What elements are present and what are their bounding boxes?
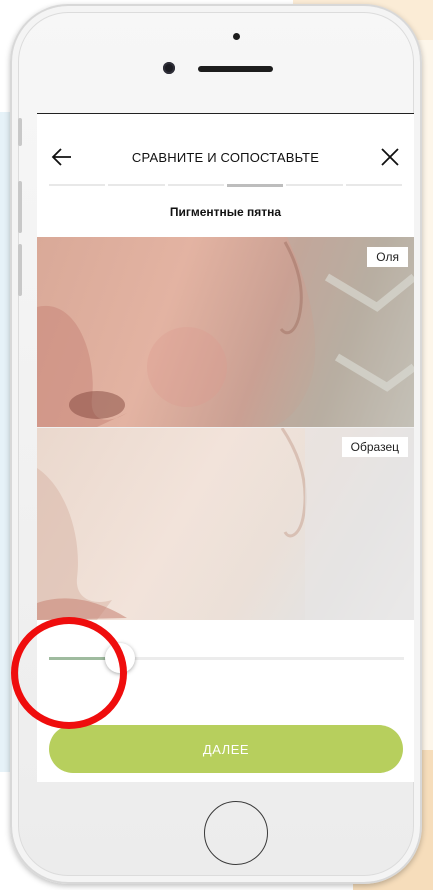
user-face-illustration (37, 237, 414, 427)
close-button[interactable] (380, 147, 400, 167)
front-camera (163, 62, 175, 74)
home-button[interactable] (204, 801, 268, 865)
user-face-photo: Оля (37, 237, 414, 427)
reference-face-photo: Образец (37, 428, 414, 620)
proximity-sensor (233, 33, 240, 40)
progress-step-3 (167, 184, 224, 186)
comparison-subtitle: Пигментные пятна (169, 205, 282, 219)
volume-down-button (18, 244, 22, 296)
next-button[interactable]: ДАЛЕЕ (49, 725, 403, 773)
step-progress-bar (49, 184, 402, 187)
earpiece-speaker (198, 66, 273, 72)
reference-photo-label: Образец (341, 437, 408, 457)
highlight-circle (11, 617, 127, 729)
progress-step-6 (345, 184, 402, 186)
close-icon (381, 148, 399, 166)
volume-up-button (18, 181, 22, 233)
user-photo-label: Оля (367, 247, 408, 267)
page-title: СРАВНИТЕ И СОПОСТАВЬТЕ (131, 150, 320, 165)
progress-step-1 (49, 184, 106, 186)
mute-switch (18, 118, 22, 146)
progress-step-5 (286, 184, 343, 186)
progress-step-4 (226, 184, 284, 187)
progress-step-2 (108, 184, 165, 186)
header: СРАВНИТЕ И СОПОСТАВЬТЕ (37, 114, 414, 187)
